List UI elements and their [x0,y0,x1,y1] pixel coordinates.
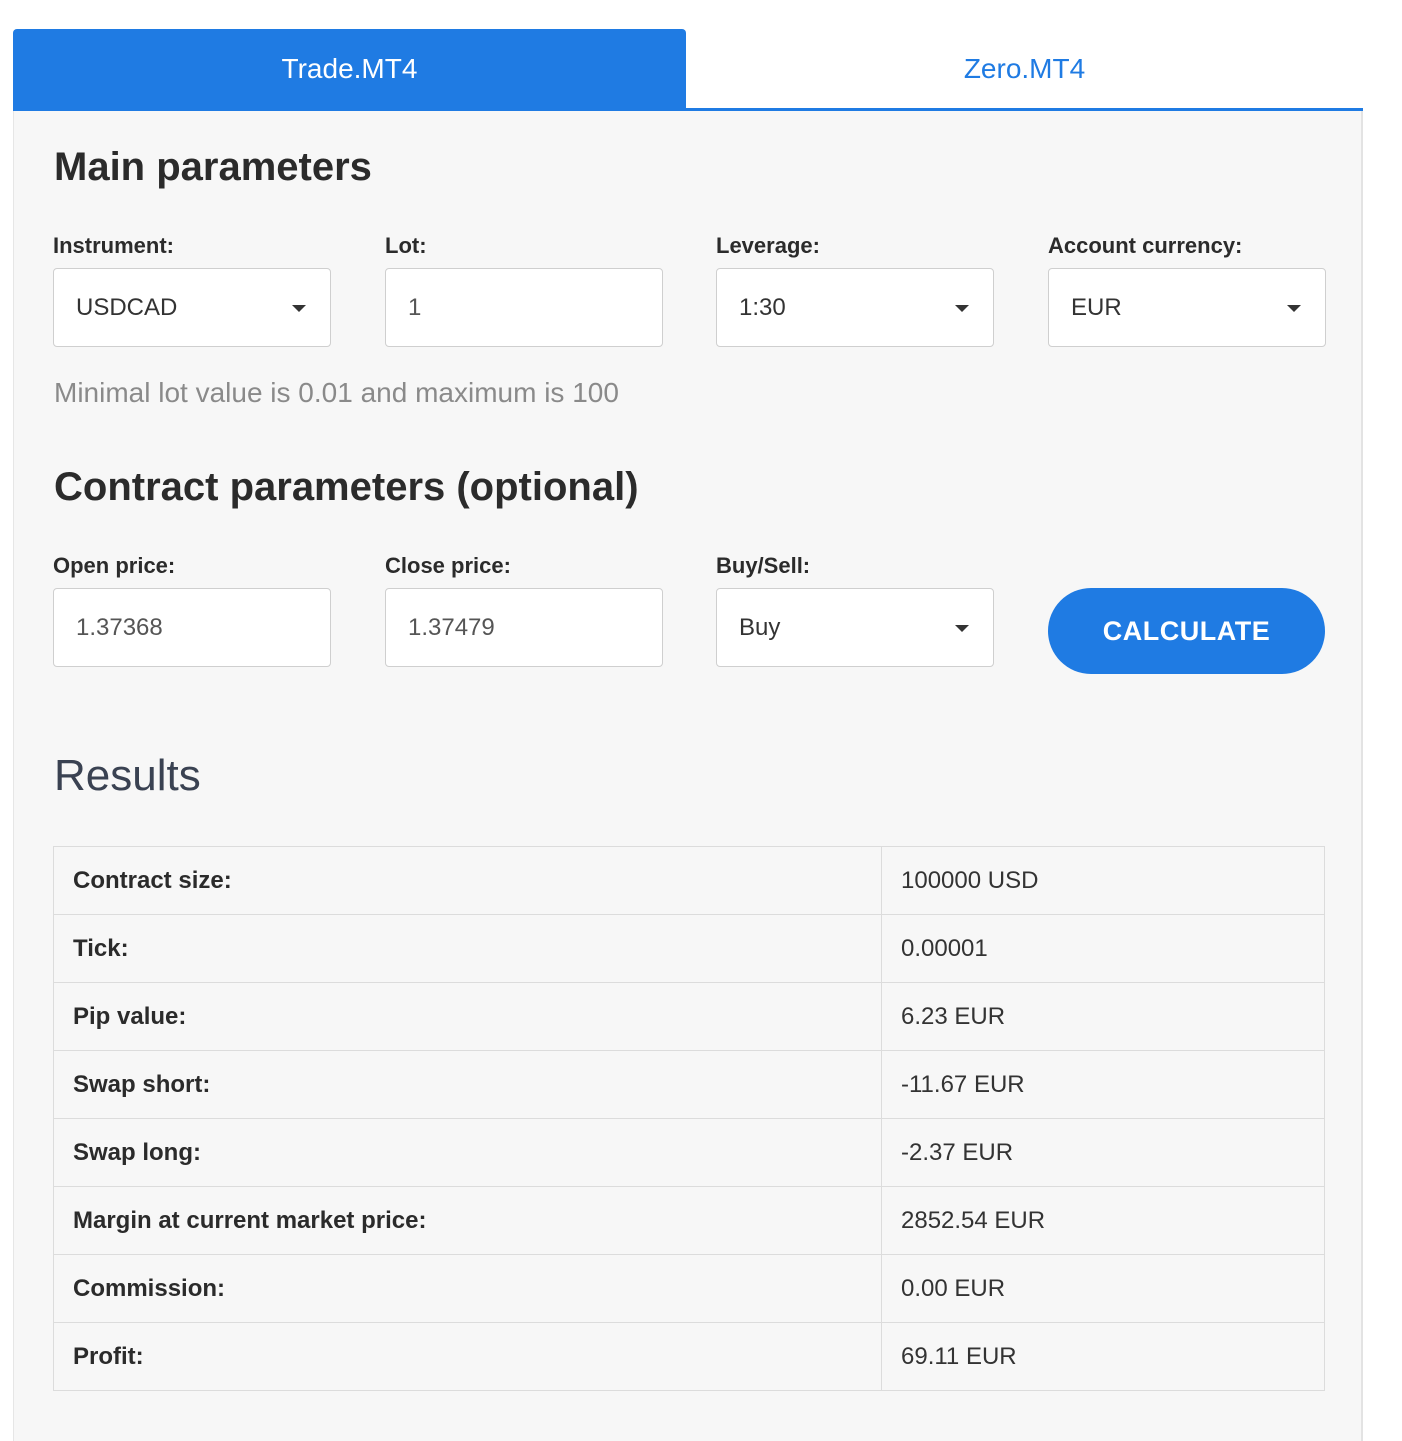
lot-hint: Minimal lot value is 0.01 and maximum is… [54,377,619,408]
table-row: Contract size: 100000 USD [53,846,1325,915]
account-currency-value: EUR [1071,293,1122,321]
calculate-button[interactable]: CALCULATE [1048,588,1325,674]
open-price-input[interactable]: 1.37368 [53,588,331,667]
table-row: Pip value: 6.23 EUR [53,982,1325,1051]
tab-zero-mt4[interactable]: Zero.MT4 [686,29,1363,108]
instrument-value: USDCAD [76,293,178,321]
row-value: -2.37 EUR [881,1118,1325,1187]
leverage-value: 1:30 [739,293,786,321]
row-value: 100000 USD [881,846,1325,915]
account-currency-label: Account currency: [1048,233,1243,258]
table-row: Profit: 69.11 EUR [53,1322,1325,1391]
results-title: Results [54,751,201,800]
results-table: Contract size: 100000 USD Tick: 0.00001 … [53,846,1325,1391]
calculator-panel: Main parameters Instrument: USDCAD Lot: … [13,111,1363,1441]
table-row: Commission: 0.00 EUR [53,1254,1325,1323]
table-row: Swap short: -11.67 EUR [53,1050,1325,1119]
close-price-value: 1.37479 [408,613,495,641]
row-label: Swap short: [53,1050,882,1119]
chevron-down-icon [292,305,306,312]
row-value: -11.67 EUR [881,1050,1325,1119]
row-label: Profit: [53,1322,882,1391]
table-row: Margin at current market price: 2852.54 … [53,1186,1325,1255]
row-value: 69.11 EUR [881,1322,1325,1391]
account-currency-select[interactable]: EUR [1048,268,1326,347]
instrument-label: Instrument: [53,233,174,258]
row-value: 0.00001 [881,914,1325,983]
row-label: Commission: [53,1254,882,1323]
chevron-down-icon [955,305,969,312]
row-label: Margin at current market price: [53,1186,882,1255]
row-value: 0.00 EUR [881,1254,1325,1323]
open-price-value: 1.37368 [76,613,163,641]
leverage-select[interactable]: 1:30 [716,268,994,347]
buy-sell-value: Buy [739,613,781,641]
table-row: Swap long: -2.37 EUR [53,1118,1325,1187]
row-label: Tick: [53,914,882,983]
instrument-select[interactable]: USDCAD [53,268,331,347]
row-label: Contract size: [53,846,882,915]
tab-trade-mt4[interactable]: Trade.MT4 [13,29,686,108]
row-value: 2852.54 EUR [881,1186,1325,1255]
close-price-input[interactable]: 1.37479 [385,588,663,667]
close-price-label: Close price: [385,553,511,578]
row-label: Pip value: [53,982,882,1051]
row-value: 6.23 EUR [881,982,1325,1051]
platform-tabs: Trade.MT4 Zero.MT4 [13,29,1363,111]
buy-sell-label: Buy/Sell: [716,553,811,578]
row-label: Swap long: [53,1118,882,1187]
buy-sell-select[interactable]: Buy [716,588,994,667]
lot-input[interactable]: 1 [385,268,663,347]
contract-parameters-title: Contract parameters (optional) [54,465,639,509]
open-price-label: Open price: [53,553,176,578]
chevron-down-icon [955,625,969,632]
table-row: Tick: 0.00001 [53,914,1325,983]
leverage-label: Leverage: [716,233,820,258]
lot-value: 1 [408,293,422,321]
main-parameters-title: Main parameters [54,145,372,189]
lot-label: Lot: [385,233,427,258]
chevron-down-icon [1287,305,1301,312]
